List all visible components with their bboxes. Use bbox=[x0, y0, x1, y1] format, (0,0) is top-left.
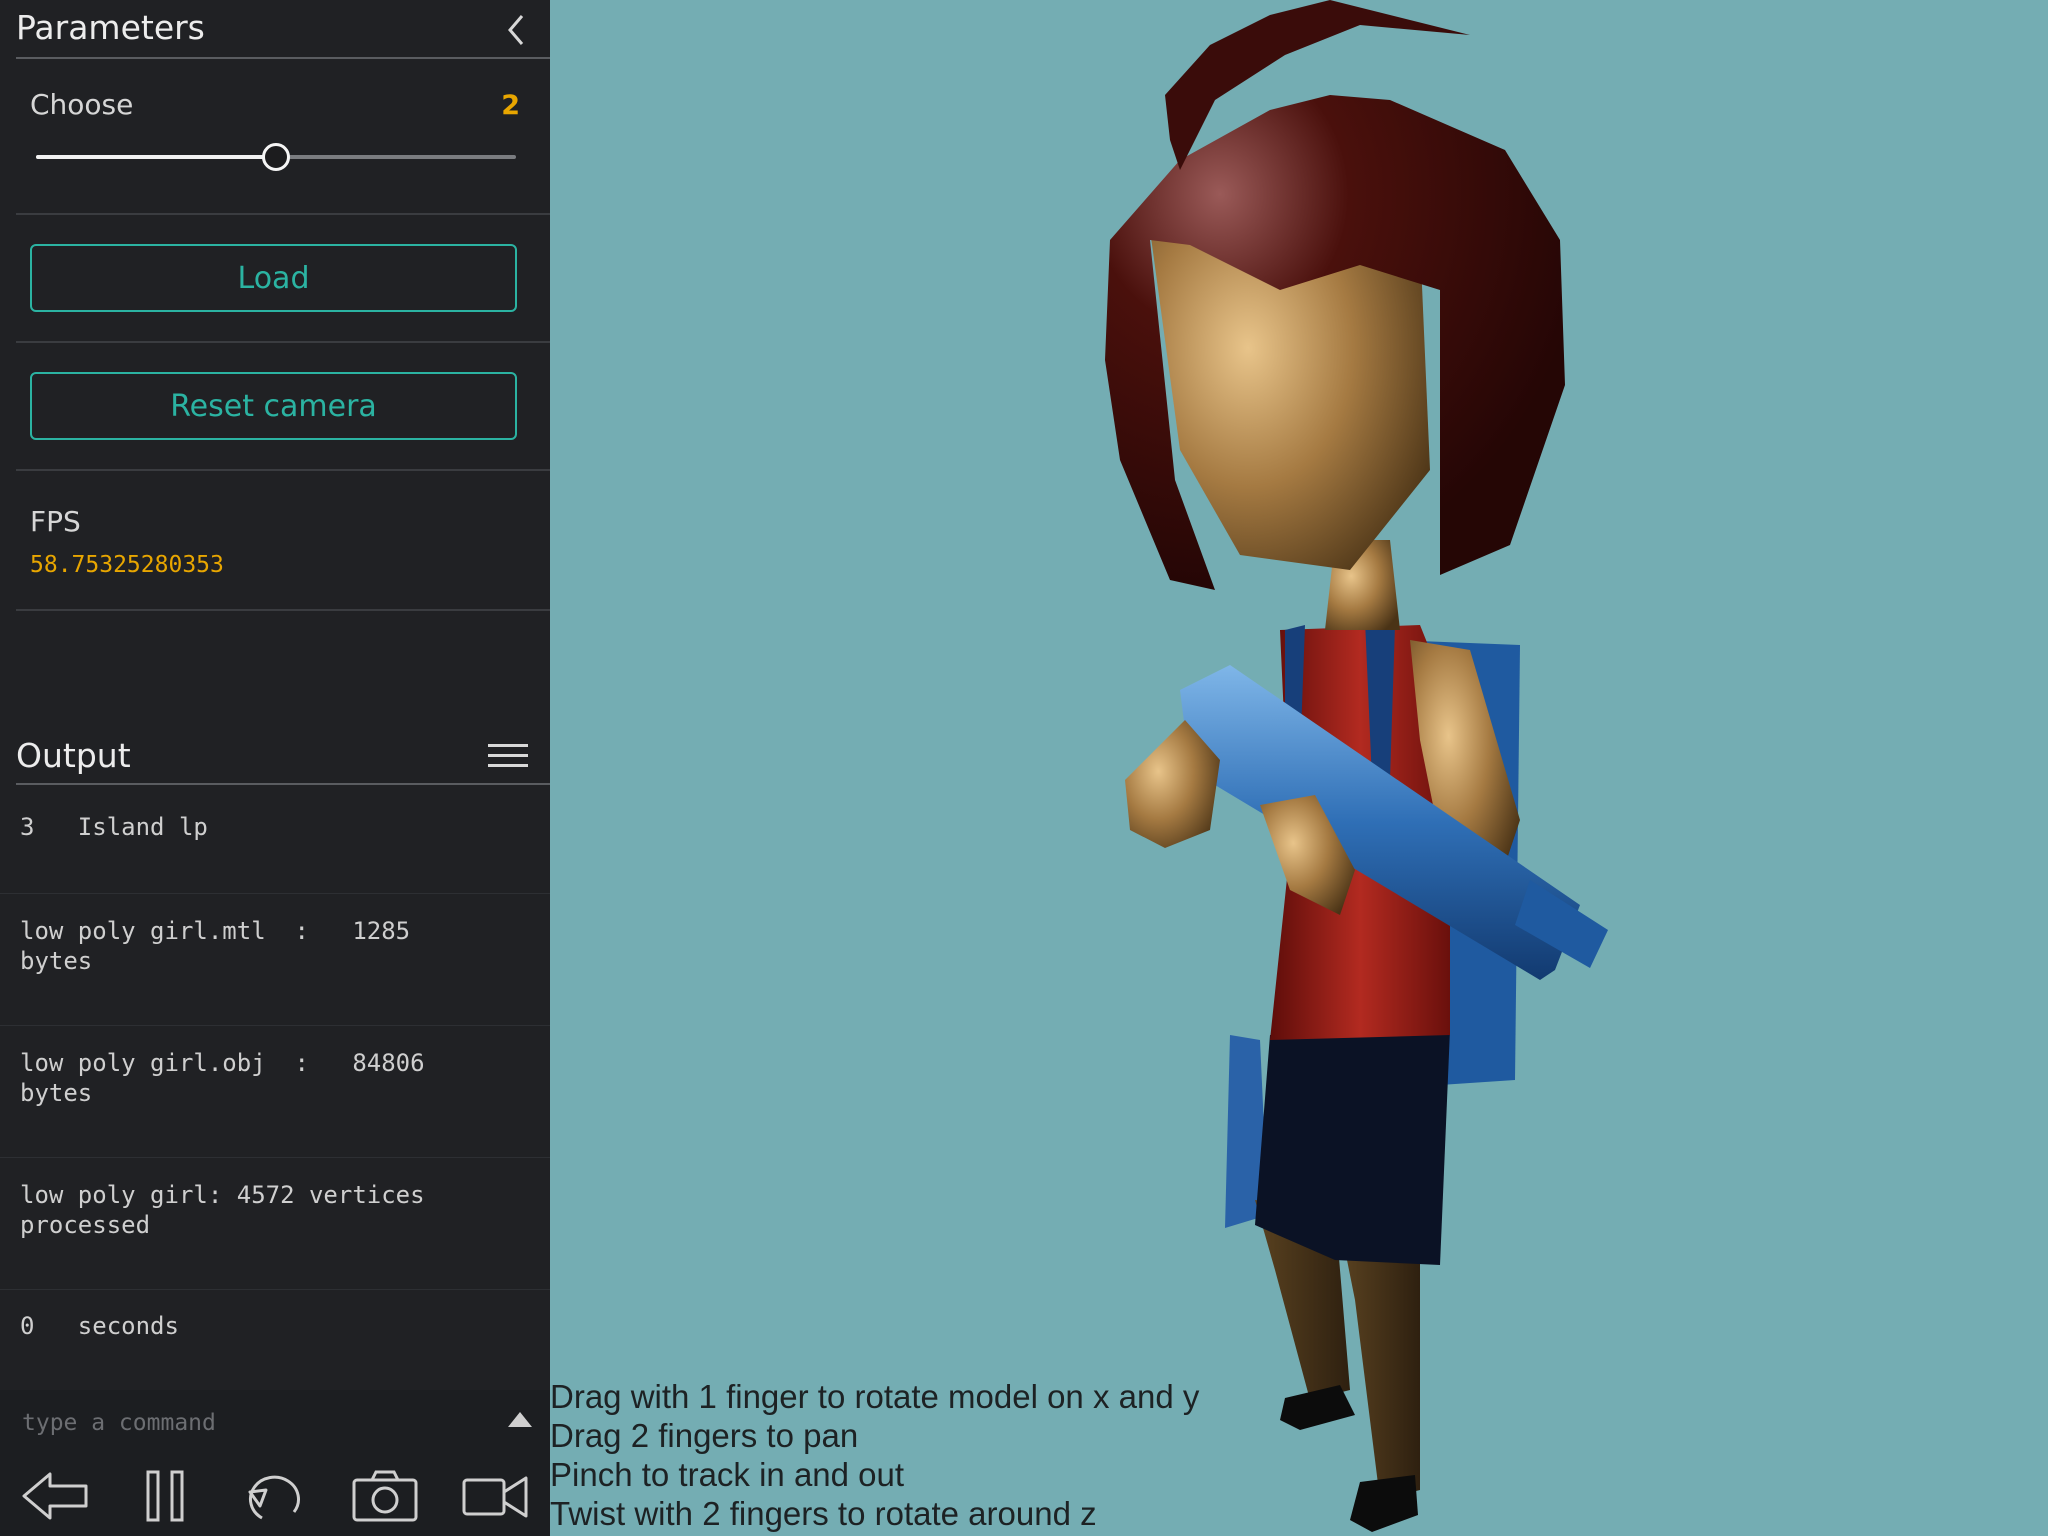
collapse-panel-icon[interactable] bbox=[502, 10, 532, 50]
parameters-panel: Parameters Choose 2 Load Reset camera FP… bbox=[0, 0, 550, 1536]
output-line: low poly girl.obj : 84806 bytes bbox=[20, 1049, 425, 1107]
output-separator bbox=[0, 1025, 550, 1026]
camera-icon[interactable] bbox=[350, 1468, 420, 1524]
hint-line: Twist with 2 fingers to rotate around z bbox=[550, 1495, 1097, 1532]
command-input[interactable] bbox=[20, 1404, 484, 1442]
command-history-up-icon[interactable] bbox=[508, 1412, 532, 1427]
character-model bbox=[1105, 0, 1608, 1532]
output-separator bbox=[0, 893, 550, 894]
reload-icon[interactable] bbox=[240, 1468, 310, 1524]
3d-viewport[interactable] bbox=[550, 0, 2048, 1536]
divider bbox=[16, 609, 550, 611]
hint-line: Pinch to track in and out bbox=[550, 1456, 905, 1493]
output-separator bbox=[0, 1157, 550, 1158]
slider-label: Choose bbox=[30, 88, 134, 121]
video-icon[interactable] bbox=[460, 1468, 530, 1524]
output-divider bbox=[16, 783, 550, 785]
output-line: 3 Island lp bbox=[20, 813, 208, 841]
output-title: Output bbox=[16, 736, 131, 775]
header-divider bbox=[16, 57, 550, 59]
parameters-title: Parameters bbox=[16, 8, 205, 47]
slider-value: 2 bbox=[501, 90, 520, 121]
hint-line: Drag 2 fingers to pan bbox=[550, 1417, 859, 1454]
divider bbox=[16, 213, 550, 215]
output-menu-icon[interactable] bbox=[488, 744, 528, 770]
output-line: 0 seconds bbox=[20, 1312, 179, 1340]
reset-camera-button[interactable]: Reset camera bbox=[30, 372, 517, 440]
output-line: low poly girl: 4572 vertices processed bbox=[20, 1181, 425, 1239]
output-separator bbox=[0, 1289, 550, 1290]
back-icon[interactable] bbox=[20, 1468, 90, 1524]
load-button[interactable]: Load bbox=[30, 244, 517, 312]
divider bbox=[16, 341, 550, 343]
divider bbox=[16, 469, 550, 471]
output-line: low poly girl.mtl : 1285 bytes bbox=[20, 917, 411, 975]
hint-line: Drag with 1 finger to rotate model on x … bbox=[550, 1378, 1200, 1415]
pause-icon[interactable] bbox=[130, 1468, 200, 1524]
fps-value: 58.75325280353 bbox=[30, 552, 224, 578]
gesture-hints: Drag with 1 finger to rotate model on x … bbox=[550, 1377, 1199, 1533]
slider-thumb[interactable] bbox=[262, 143, 290, 171]
choose-slider[interactable] bbox=[36, 143, 516, 171]
fps-label: FPS bbox=[30, 505, 81, 538]
slider-fill bbox=[36, 155, 276, 159]
